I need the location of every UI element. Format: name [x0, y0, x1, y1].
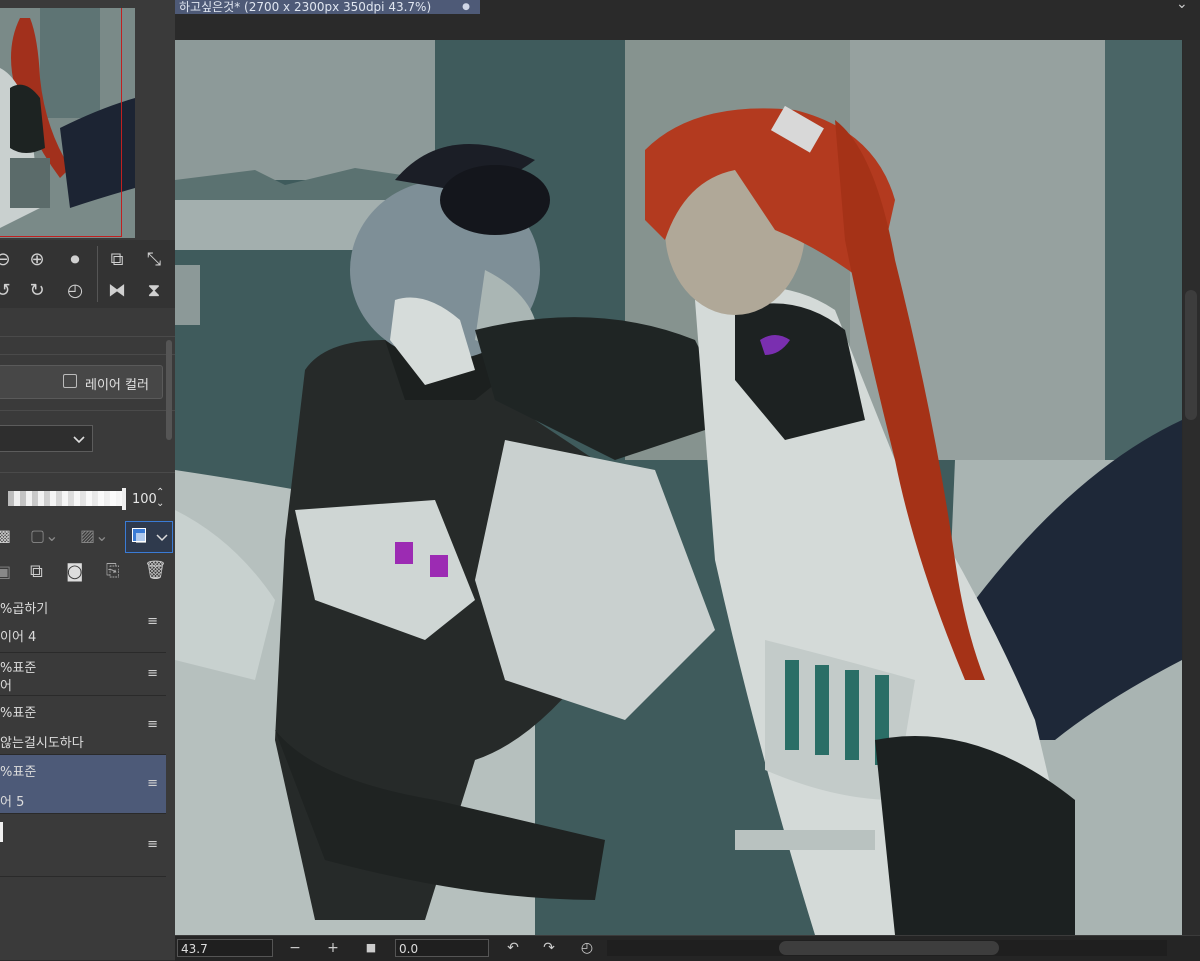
vertical-scrollbar[interactable]	[1183, 40, 1200, 935]
layer-color-mode-button[interactable]	[125, 521, 173, 553]
new-raster-layer-icon[interactable]: ▣	[0, 562, 11, 581]
layer-actions-row: ▣ ⧉ ◙ ⎘ 🗑	[0, 558, 175, 590]
layer-blend-mode: %표준	[0, 661, 37, 676]
layer-menu-icon[interactable]: ≡	[147, 837, 158, 852]
layer-name: 어	[0, 679, 12, 694]
layer-menu-icon[interactable]: ≡	[147, 776, 158, 791]
zoom-value: 43.7	[181, 942, 208, 956]
layer-name: 어 5	[0, 795, 25, 810]
vertical-scrollbar-thumb[interactable]	[1185, 290, 1197, 420]
horizontal-scrollbar[interactable]	[607, 940, 1167, 956]
layer-options-row: ▩ ▢⌄ ▨⌄	[0, 520, 175, 556]
fit-page-icon[interactable]: ⏺	[62, 246, 88, 272]
layer-mask-icon[interactable]: ◙	[66, 561, 83, 582]
drawing-canvas[interactable]	[175, 40, 1182, 935]
panel-divider	[0, 472, 175, 473]
navigator-preview[interactable]	[0, 8, 135, 238]
rotate-left-icon[interactable]: ↶	[503, 938, 523, 958]
layer-menu-icon[interactable]: ≡	[147, 666, 158, 681]
chevron-down-icon[interactable]: ⌄	[1176, 0, 1188, 12]
layer-name: 이어 4	[0, 630, 37, 645]
blend-mode-dropdown[interactable]	[0, 425, 93, 452]
layer-row[interactable]: %표준 어 ≡	[0, 653, 166, 696]
document-tab-title: 하고싶은것* (2700 x 2300px 350dpi 43.7%)	[179, 0, 432, 14]
actual-size-icon[interactable]: ⧉	[104, 246, 130, 272]
rotate-right-icon[interactable]: ↻	[24, 277, 50, 303]
status-bar: 43.7 − + ■ 0.0 ↶ ↷ ◴	[175, 935, 1200, 961]
document-tab[interactable]: 하고싶은것* (2700 x 2300px 350dpi 43.7%) ●	[175, 0, 480, 14]
color-swatch-back-icon	[136, 533, 146, 543]
horizontal-scrollbar-thumb[interactable]	[779, 941, 999, 955]
zoom-in-button[interactable]: +	[323, 938, 343, 958]
new-folder-icon[interactable]: ⧉	[30, 561, 43, 582]
rotation-field[interactable]: 0.0	[395, 939, 489, 957]
artwork-illustration	[175, 40, 1182, 935]
layer-menu-icon[interactable]: ≡	[147, 717, 158, 732]
layer-row[interactable]: %곱하기 이어 4 ≡	[0, 592, 166, 653]
lock-transparent-icon[interactable]: ▩	[0, 526, 11, 545]
zoom-out-button[interactable]: −	[285, 938, 305, 958]
navigator-toolbar: ⊖ ⊕ ⏺ ⧉ ⤡ ↺ ↻ ◴ ⧓ ⧗	[0, 240, 175, 308]
fit-window-icon[interactable]: ⤡	[141, 246, 167, 272]
navigator-viewport-frame[interactable]	[0, 8, 122, 237]
panel-divider	[0, 354, 175, 355]
opacity-slider-handle[interactable]	[122, 488, 126, 510]
clip-layer-icon[interactable]: ▢⌄	[30, 526, 59, 545]
opacity-slider[interactable]	[8, 491, 123, 506]
left-panel: ⊖ ⊕ ⏺ ⧉ ⤡ ↺ ↻ ◴ ⧓ ⧗ 레이어 컬러 100 ⌃ ⌄ ▩ ▢⌄ ▨…	[0, 0, 175, 960]
toolbar-divider	[97, 246, 98, 302]
fit-button[interactable]: ■	[361, 938, 381, 958]
flip-horizontal-icon[interactable]: ⧓	[104, 277, 130, 303]
layer-color-icon	[63, 374, 77, 388]
reset-rotation-icon[interactable]: ◴	[577, 938, 597, 958]
layer-color-label: 레이어 컬러	[85, 378, 149, 393]
delete-layer-icon[interactable]: 🗑	[144, 560, 167, 581]
layer-panel-scrollbar[interactable]	[166, 340, 172, 440]
opacity-stepper-icon[interactable]: ⌃ ⌄	[156, 487, 164, 509]
zoom-out-icon[interactable]: ⊖	[0, 246, 16, 272]
layer-blend-mode: %곱하기	[0, 602, 49, 617]
layer-row-selected[interactable]: %표준 어 5 ≡	[0, 755, 166, 814]
layer-row[interactable]: %표준 않는걸시도하다 ≡	[0, 696, 166, 755]
panel-divider	[0, 410, 175, 411]
layer-blend-mode: %표준	[0, 765, 37, 780]
chevron-down-icon	[156, 534, 168, 542]
layer-row[interactable]: ≡	[0, 814, 166, 877]
chevron-down-icon	[73, 436, 85, 444]
panel-divider	[0, 336, 175, 337]
opacity-slider-fill	[8, 491, 123, 506]
reference-layer-icon[interactable]: ▨⌄	[80, 526, 109, 545]
zoom-field[interactable]: 43.7	[177, 939, 273, 957]
close-tab-icon[interactable]: ●	[462, 0, 470, 14]
rotate-right-icon[interactable]: ↷	[539, 938, 559, 958]
layer-thumbnail	[0, 822, 3, 842]
rotate-left-icon[interactable]: ↺	[0, 277, 16, 303]
reset-rotation-icon[interactable]: ◴	[62, 277, 88, 303]
rotation-value: 0.0	[399, 942, 419, 956]
layer-menu-icon[interactable]: ≡	[147, 614, 158, 629]
layer-name: 않는걸시도하다	[0, 736, 84, 751]
layer-blend-mode: %표준	[0, 706, 37, 721]
opacity-value[interactable]: 100	[132, 492, 157, 507]
flip-vertical-icon[interactable]: ⧗	[141, 277, 167, 303]
apply-mask-icon[interactable]: ⎘	[106, 561, 120, 581]
layer-color-button[interactable]: 레이어 컬러	[0, 365, 163, 399]
zoom-in-icon[interactable]: ⊕	[24, 246, 50, 272]
